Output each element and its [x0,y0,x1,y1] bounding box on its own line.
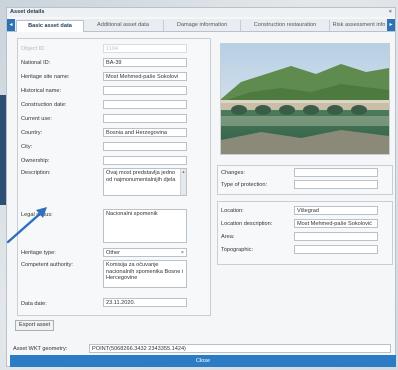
annotation-overlay [6,207,47,244]
arrow-line [6,210,44,244]
